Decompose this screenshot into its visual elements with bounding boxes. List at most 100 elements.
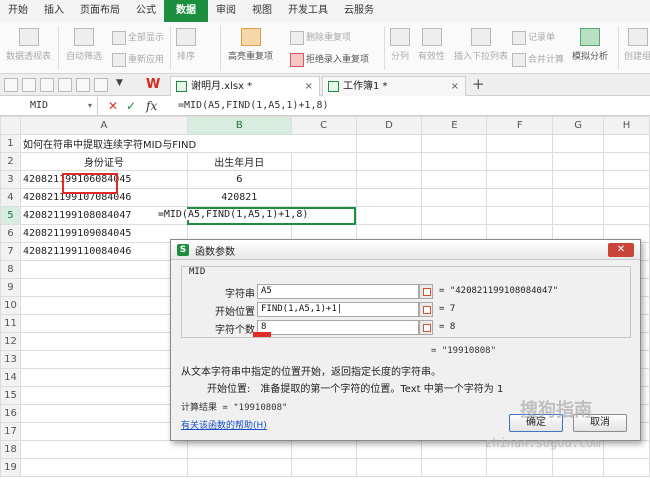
column-header[interactable]: D xyxy=(355,116,423,135)
column-header[interactable]: C xyxy=(290,116,357,135)
cell[interactable] xyxy=(486,188,554,207)
select-all-corner[interactable] xyxy=(0,116,21,135)
column-header[interactable]: F xyxy=(486,116,554,135)
confirm-formula-icon[interactable]: ✓ xyxy=(126,97,136,115)
add-tab-icon[interactable]: + xyxy=(472,75,485,93)
create-group-button[interactable]: 创建组 xyxy=(624,28,650,62)
column-header[interactable]: B xyxy=(186,116,292,135)
cell[interactable] xyxy=(486,134,554,153)
row-header[interactable]: 17 xyxy=(0,422,21,441)
cell[interactable] xyxy=(552,188,605,207)
cell[interactable] xyxy=(355,134,423,153)
cell[interactable] xyxy=(355,206,423,225)
arg-start-input[interactable]: FIND(1,A5,1)+1| xyxy=(257,302,419,317)
print-icon[interactable] xyxy=(40,78,54,92)
cancel-formula-icon[interactable]: ✕ xyxy=(108,97,118,115)
name-box[interactable]: MID xyxy=(0,97,98,115)
cell-b2[interactable]: 出生年月日 xyxy=(186,152,292,171)
row-header[interactable]: 8 xyxy=(0,260,21,279)
row-header[interactable]: 15 xyxy=(0,386,21,405)
cell[interactable] xyxy=(421,206,488,225)
close-dialog-button[interactable]: ✕ xyxy=(608,243,634,257)
tab-developer[interactable]: 开发工具 xyxy=(280,0,336,22)
column-header[interactable]: E xyxy=(421,116,488,135)
auto-filter-button[interactable]: 自动筛选 xyxy=(66,28,102,62)
reject-duplicates-button[interactable]: 拒绝录入重复项 xyxy=(290,52,369,67)
cell[interactable] xyxy=(603,134,650,153)
row-header[interactable]: 7 xyxy=(0,242,21,261)
save-icon[interactable] xyxy=(4,78,18,92)
row-header[interactable]: 11 xyxy=(0,314,21,333)
row-header[interactable]: 1 xyxy=(0,134,21,153)
wps-logo-icon[interactable]: W xyxy=(146,77,160,92)
row-header[interactable]: 4 xyxy=(0,188,21,207)
arg-text-input[interactable]: A5 xyxy=(257,284,419,299)
cell-a2[interactable]: 身份证号 xyxy=(19,152,188,171)
cell-a7[interactable]: 420821199110084046 xyxy=(19,242,188,261)
doc-tab[interactable]: 工作簿1 * × xyxy=(322,76,466,96)
row-header[interactable]: 16 xyxy=(0,404,21,423)
collapse-dialog-icon[interactable] xyxy=(419,284,433,299)
row-header[interactable]: 2 xyxy=(0,152,21,171)
row-header[interactable]: 5 xyxy=(0,206,21,225)
validity-button[interactable]: 有效性 xyxy=(418,28,445,62)
close-tab-icon[interactable]: × xyxy=(451,77,459,96)
row-header[interactable]: 9 xyxy=(0,278,21,297)
cell-b3[interactable]: 6 xyxy=(186,170,292,189)
reapply-button[interactable]: 重新应用 xyxy=(112,52,164,67)
cell[interactable] xyxy=(603,152,650,171)
merge-calc-button[interactable]: 合并计算 xyxy=(512,52,564,67)
cell[interactable] xyxy=(552,152,605,171)
cell[interactable] xyxy=(421,170,488,189)
close-tab-icon[interactable]: × xyxy=(305,77,313,96)
row-header[interactable]: 3 xyxy=(0,170,21,189)
tab-cloud[interactable]: 云服务 xyxy=(336,0,382,22)
arg-count-input[interactable]: 8 xyxy=(257,320,419,335)
cell[interactable] xyxy=(355,152,423,171)
tab-review[interactable]: 审阅 xyxy=(208,0,244,22)
tab-data[interactable]: 数据 xyxy=(164,0,208,22)
cell[interactable] xyxy=(290,170,357,189)
cell[interactable] xyxy=(486,170,554,189)
help-link[interactable]: 有关该函数的帮助(H) xyxy=(181,418,267,431)
cell[interactable] xyxy=(552,134,605,153)
tab-formula[interactable]: 公式 xyxy=(128,0,164,22)
cell[interactable] xyxy=(603,170,650,189)
column-header[interactable]: G xyxy=(552,116,605,135)
delete-duplicates-button[interactable]: 删除重复项 xyxy=(290,30,351,45)
cell[interactable] xyxy=(603,206,650,225)
record-sheet-button[interactable]: 记录单 xyxy=(512,30,555,45)
redo-icon[interactable] xyxy=(94,78,108,92)
doc-tab-active[interactable]: 谢明月.xlsx * × xyxy=(170,76,320,96)
dropdown-arrow-icon[interactable]: ▼ xyxy=(116,78,130,92)
column-header[interactable]: A xyxy=(19,116,188,135)
cell[interactable] xyxy=(290,188,357,207)
fx-icon[interactable]: fx xyxy=(146,97,157,115)
row-header[interactable]: 13 xyxy=(0,350,21,369)
split-column-button[interactable]: 分列 xyxy=(390,28,410,62)
cell-b5[interactable]: =MID(A5,FIND(1,A5,1)+1,8) xyxy=(157,206,357,225)
export-icon[interactable] xyxy=(22,78,36,92)
cell[interactable] xyxy=(486,206,554,225)
collapse-dialog-icon[interactable] xyxy=(419,320,433,335)
tab-start[interactable]: 开始 xyxy=(0,0,36,22)
undo-icon[interactable] xyxy=(76,78,90,92)
collapse-dialog-icon[interactable] xyxy=(419,302,433,317)
insert-dropdown-button[interactable]: 插入下拉列表 xyxy=(454,28,508,62)
tab-page-layout[interactable]: 页面布局 xyxy=(72,0,128,22)
cell[interactable] xyxy=(603,188,650,207)
cell-a6[interactable]: 420821199109084045 xyxy=(19,224,188,243)
row-header[interactable]: 18 xyxy=(0,440,21,459)
show-all-button[interactable]: 全部显示 xyxy=(112,30,164,45)
row-header[interactable]: 6 xyxy=(0,224,21,243)
cell[interactable] xyxy=(290,152,357,171)
row-header[interactable]: 10 xyxy=(0,296,21,315)
cell[interactable] xyxy=(355,188,423,207)
cell[interactable] xyxy=(355,170,423,189)
pivot-table-button[interactable]: 数据透视表 xyxy=(6,28,51,62)
highlight-duplicates-button[interactable]: 高亮重复项 xyxy=(228,28,273,62)
tab-view[interactable]: 视图 xyxy=(244,0,280,22)
print-preview-icon[interactable] xyxy=(58,78,72,92)
cell[interactable] xyxy=(421,134,488,153)
row-header[interactable]: 12 xyxy=(0,332,21,351)
